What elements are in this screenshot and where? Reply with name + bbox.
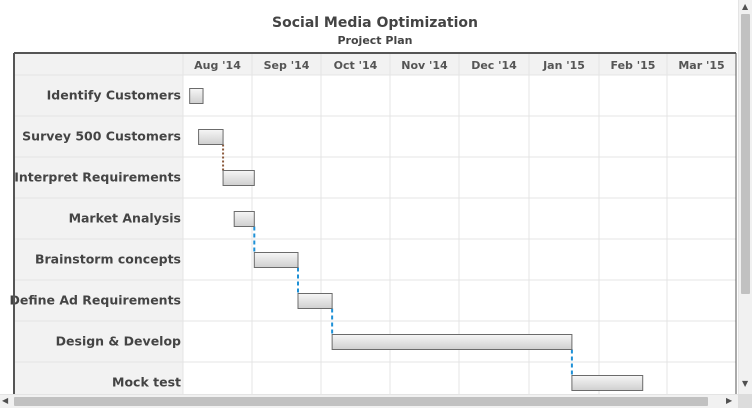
month-label: Feb '15	[611, 59, 656, 72]
task-label: Mock test	[112, 375, 181, 390]
task-bar[interactable]	[222, 170, 255, 186]
task-label: Identify Customers	[47, 88, 181, 103]
horizontal-scroll-thumb[interactable]	[14, 397, 708, 406]
vertical-scroll-thumb[interactable]	[741, 14, 750, 294]
task-label: Design & Develop	[56, 334, 181, 349]
month-label: Oct '14	[334, 59, 378, 72]
scroll-right-arrow-icon[interactable]: ▶	[726, 397, 732, 405]
horizontal-scrollbar[interactable]: ◀ ▶	[0, 394, 738, 408]
month-label: Mar '15	[678, 59, 724, 72]
month-label: Aug '14	[194, 59, 241, 72]
task-bar[interactable]	[233, 211, 255, 227]
month-label: Nov '14	[401, 59, 448, 72]
task-label: Survey 500 Customers	[22, 129, 181, 144]
task-bar[interactable]	[571, 375, 644, 391]
scroll-up-arrow-icon[interactable]: ▲	[742, 3, 748, 11]
task-bar[interactable]	[198, 129, 224, 145]
task-bar[interactable]	[331, 334, 573, 350]
task-label: Market Analysis	[69, 211, 181, 226]
task-label: Define Ad Requirements	[9, 293, 181, 308]
task-label: Interpret Requirements	[14, 170, 181, 185]
scroll-down-arrow-icon[interactable]: ▼	[742, 380, 748, 388]
task-bar[interactable]	[189, 88, 204, 104]
scrollbar-corner	[738, 394, 752, 408]
month-label: Sep '14	[264, 59, 310, 72]
scroll-left-arrow-icon[interactable]: ◀	[2, 397, 8, 405]
month-label: Dec '14	[471, 59, 517, 72]
task-label: Brainstorm concepts	[35, 252, 181, 267]
gantt-chart: Aug '14 Sep '14 Oct '14 Nov '14 Dec '14 Jan '…	[9, 52, 737, 394]
vertical-scrollbar[interactable]: ▲ ▼	[738, 0, 752, 394]
month-label: Jan '15	[542, 59, 585, 72]
task-bar[interactable]	[297, 293, 333, 309]
task-bar[interactable]	[253, 252, 299, 268]
